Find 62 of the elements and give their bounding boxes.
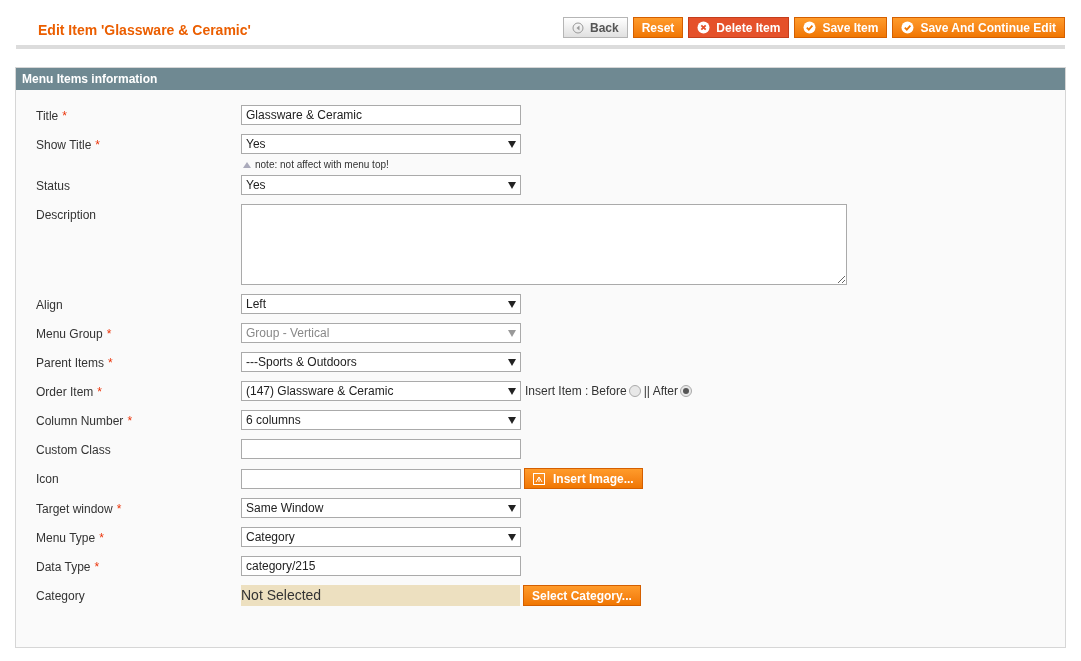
text-field[interactable]: Glassware & Ceramic [241, 105, 521, 125]
close-icon [697, 21, 711, 34]
caret-icon [508, 416, 516, 424]
caret-icon [508, 358, 516, 366]
field-label: Custom Class [36, 443, 111, 457]
field-label: Column Number [36, 414, 124, 428]
field-note: note: not affect with menu top! [255, 158, 389, 172]
insert-item-label: Insert Item : [525, 383, 589, 400]
caret-icon [508, 140, 516, 148]
field-label: Title [36, 109, 59, 123]
field-label: Show Title [36, 138, 92, 152]
category-value: Not Selected [241, 585, 520, 606]
field-label: Align [36, 298, 63, 312]
radio-button[interactable] [679, 385, 692, 397]
field-label: Order Item [36, 385, 94, 399]
note-arrow-icon [243, 161, 251, 168]
dropdown[interactable]: Left [241, 294, 521, 314]
required-mark: * [97, 385, 103, 399]
dropdown[interactable]: Yes [241, 175, 521, 195]
section-header: Menu Items information [16, 68, 1065, 90]
required-mark: * [99, 531, 104, 545]
required-mark: * [127, 414, 133, 428]
dropdown[interactable]: (147) Glassware & Ceramic [241, 381, 521, 401]
field-label: Data Type [36, 560, 91, 574]
radio-label: || After [643, 383, 678, 400]
check-icon [901, 21, 915, 34]
required-mark: * [94, 560, 100, 574]
caret-icon [508, 329, 516, 337]
field-label: Status [36, 179, 71, 193]
field-label: Category [36, 589, 85, 603]
radio-label: Before [591, 383, 627, 400]
required-mark: * [62, 109, 67, 123]
dropdown[interactable]: 6 columns [241, 410, 521, 430]
caret-icon [508, 387, 516, 395]
back-button[interactable]: Back [563, 17, 628, 38]
text-field[interactable] [241, 468, 521, 489]
dropdown[interactable]: ---Sports & Outdoors [241, 352, 521, 372]
required-mark: * [106, 327, 112, 341]
field-label: Description [36, 208, 97, 222]
caret-icon [508, 300, 516, 308]
description-textarea[interactable] [241, 204, 847, 285]
field-label: Parent Items [36, 356, 105, 370]
caret-icon [508, 533, 516, 541]
required-mark: * [95, 138, 101, 152]
caret-icon [508, 181, 516, 189]
text-field[interactable] [241, 439, 521, 459]
field-label: Menu Group [36, 327, 103, 341]
dropdown[interactable]: Category [241, 527, 521, 547]
page-title: Edit Item 'Glassware & Ceramic' [37, 21, 251, 40]
required-mark: * [108, 356, 113, 370]
image-icon [533, 472, 545, 485]
check-icon [803, 21, 817, 34]
required-mark: * [116, 502, 122, 516]
field-label: Menu Type [36, 531, 96, 545]
dropdown[interactable]: Same Window [241, 498, 521, 518]
dropdown[interactable]: Yes [241, 134, 521, 154]
field-label: Target window [36, 502, 113, 516]
field-label: Icon [36, 472, 59, 486]
text-field[interactable]: category/215 [241, 556, 521, 576]
caret-icon [508, 504, 516, 512]
radio-button[interactable] [628, 385, 641, 397]
delete-button[interactable]: Delete Item [688, 17, 790, 38]
